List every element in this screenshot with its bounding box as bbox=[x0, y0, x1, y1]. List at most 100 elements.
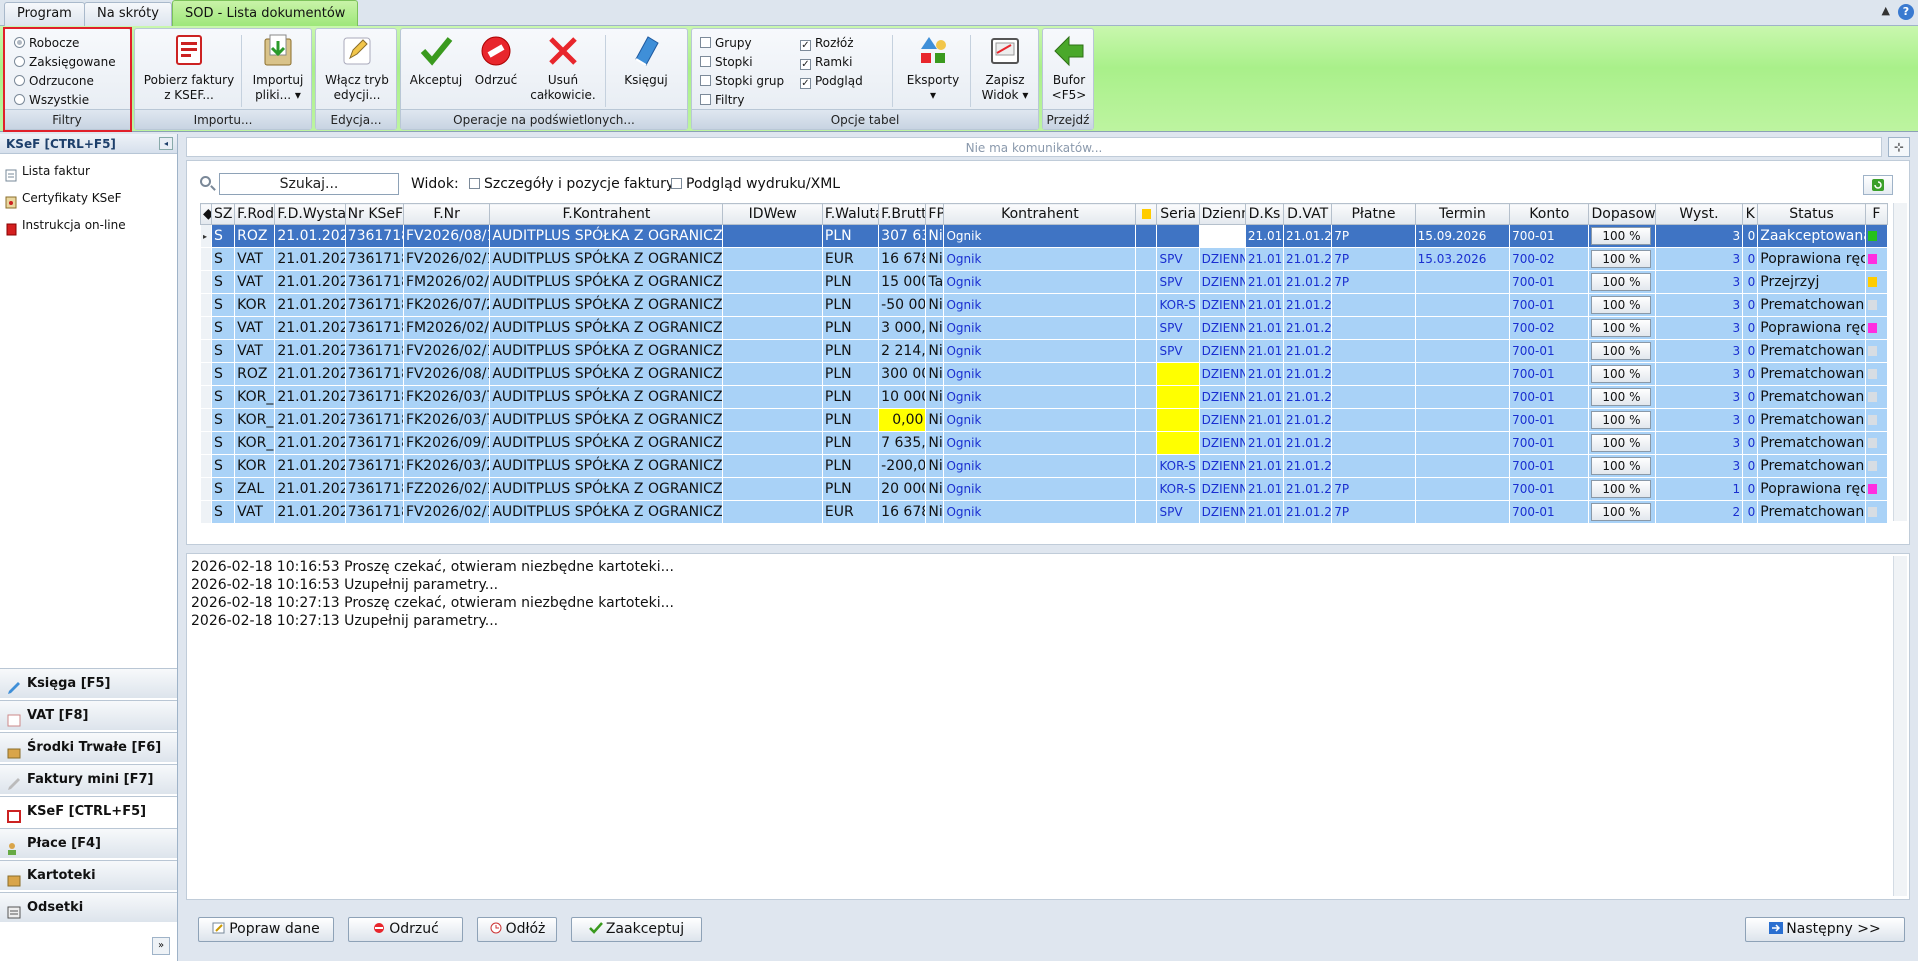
column-header[interactable]: Nr KSeF bbox=[344, 203, 404, 225]
match-percent-button[interactable]: 100 % bbox=[1591, 319, 1652, 337]
messages-toggle-icon[interactable]: ⊹ bbox=[1888, 137, 1910, 157]
tree-item-certyfikaty[interactable]: Certyfikaty KSeF bbox=[0, 185, 177, 212]
match-percent-button[interactable]: 100 % bbox=[1591, 296, 1652, 314]
collapse-pane-icon[interactable]: ◂ bbox=[159, 137, 173, 150]
check-stopki[interactable]: Stopki bbox=[700, 53, 753, 71]
match-percent-button[interactable]: 100 % bbox=[1591, 434, 1652, 452]
delete-button[interactable]: Usuń całkowicie. bbox=[525, 33, 601, 103]
match-percent-button[interactable]: 100 % bbox=[1591, 227, 1652, 245]
column-header[interactable]: Termin bbox=[1414, 203, 1511, 225]
column-header[interactable]: Płatne bbox=[1331, 203, 1416, 225]
nav-odsetki[interactable]: Odsetki bbox=[0, 892, 177, 922]
column-header[interactable]: Wyst. bbox=[1654, 203, 1744, 225]
match-percent-button[interactable]: 100 % bbox=[1591, 273, 1652, 291]
match-percent-button[interactable]: 100 % bbox=[1591, 250, 1652, 268]
match-percent-button[interactable]: 100 % bbox=[1591, 411, 1652, 429]
column-header[interactable]: F.Waluta bbox=[821, 203, 880, 225]
search-input[interactable]: Szukaj... bbox=[219, 173, 399, 195]
next-button[interactable]: Następny >> bbox=[1745, 917, 1905, 942]
column-header[interactable]: F bbox=[1864, 203, 1889, 225]
column-header[interactable]: D.Ks bbox=[1244, 203, 1285, 225]
refresh-button[interactable] bbox=[1863, 175, 1893, 195]
fix-data-button[interactable]: Popraw dane bbox=[198, 917, 334, 942]
help-icon[interactable]: ? bbox=[1898, 4, 1914, 20]
minimize-ribbon-icon[interactable]: ▲ bbox=[1882, 4, 1890, 17]
view-details-checkbox[interactable]: Szczegóły i pozycje faktury bbox=[469, 176, 674, 192]
column-header[interactable]: SZ bbox=[211, 203, 236, 225]
tab-sod-lista-dokumentow[interactable]: SOD - Lista dokumentów bbox=[172, 0, 359, 26]
expand-nav-icon[interactable]: » bbox=[152, 937, 170, 955]
panel-splitter[interactable] bbox=[186, 546, 1910, 552]
column-header[interactable]: FP bbox=[925, 203, 945, 225]
table-row[interactable]: SZAL21.01.2027361718FZ2026/02/1AUDITPLUS… bbox=[199, 477, 1889, 501]
check-rozloz[interactable]: ✓ Rozłóż bbox=[800, 34, 854, 52]
filter-zaksiegowane[interactable]: Zaksięgowane bbox=[14, 53, 116, 71]
nav-ksiega[interactable]: Księga [F5] bbox=[0, 668, 177, 698]
tab-na-skroty[interactable]: Na skróty bbox=[84, 2, 172, 26]
import-files-button[interactable]: Importuj pliki... ▾ bbox=[245, 33, 311, 103]
buffer-button[interactable]: Bufor <F5> bbox=[1045, 33, 1093, 103]
accept-button[interactable]: Akceptuj bbox=[405, 33, 467, 88]
column-header[interactable]: Seria bbox=[1156, 203, 1200, 225]
table-row[interactable]: SKOR_21.01.2027361718FK2026/03/7AUDITPLU… bbox=[199, 408, 1889, 432]
table-row[interactable]: SKOR21.01.2027361718FK2026/03/2AUDITPLUS… bbox=[199, 454, 1889, 478]
tree-item-instrukcja[interactable]: Instrukcja on-line bbox=[0, 212, 177, 239]
postpone-button[interactable]: Odłóż bbox=[477, 917, 557, 942]
table-row[interactable]: SVAT21.01.2027361718FV2026/02/1AUDITPLUS… bbox=[199, 500, 1889, 524]
post-button[interactable]: Księguj bbox=[611, 33, 681, 88]
nav-ksef[interactable]: KSeF [CTRL+F5] bbox=[0, 796, 177, 826]
nav-kartoteki[interactable]: Kartoteki bbox=[0, 860, 177, 890]
column-header[interactable]: Dopasow bbox=[1588, 203, 1656, 225]
check-podglad[interactable]: ✓ Podgląd bbox=[800, 72, 863, 90]
reject-bottom-button[interactable]: Odrzuć bbox=[348, 917, 463, 942]
column-header[interactable]: Status bbox=[1757, 203, 1866, 225]
nav-place[interactable]: Płace [F4] bbox=[0, 828, 177, 858]
view-preview-checkbox[interactable]: Podgląd wydruku/XML bbox=[671, 176, 840, 192]
match-percent-button[interactable]: 100 % bbox=[1591, 342, 1652, 360]
nav-vat[interactable]: VAT [F8] bbox=[0, 700, 177, 730]
column-header[interactable]: F.Kontrahent bbox=[489, 203, 724, 225]
log-vertical-scrollbar[interactable] bbox=[1893, 556, 1907, 896]
save-view-button[interactable]: Zapisz Widok ▾ bbox=[974, 33, 1036, 103]
match-percent-button[interactable]: 100 % bbox=[1591, 365, 1652, 383]
tab-program[interactable]: Program bbox=[4, 2, 85, 26]
nav-srodki-trwale[interactable]: Środki Trwałe [F6] bbox=[0, 732, 177, 762]
column-header[interactable]: Kontrahent bbox=[943, 203, 1137, 225]
column-header[interactable]: IDWew bbox=[722, 203, 823, 225]
column-header[interactable]: D.VAT bbox=[1283, 203, 1333, 225]
column-header[interactable]: F.Brutt bbox=[878, 203, 927, 225]
match-percent-button[interactable]: 100 % bbox=[1591, 503, 1652, 521]
table-row[interactable]: SVAT21.01.2027361718FV2026/02/1AUDITPLUS… bbox=[199, 247, 1889, 271]
table-row[interactable]: SKOR_21.01.2027361718FK2026/09/1AUDITPLU… bbox=[199, 431, 1889, 455]
check-filtry[interactable]: Filtry bbox=[700, 91, 744, 109]
column-header[interactable]: F.Rod bbox=[234, 203, 276, 225]
reject-button[interactable]: Odrzuć bbox=[469, 33, 523, 88]
tree-item-lista-faktur[interactable]: Lista faktur bbox=[0, 158, 177, 185]
column-header[interactable]: Konto bbox=[1509, 203, 1590, 225]
column-header[interactable]: F.D.Wysta bbox=[274, 203, 346, 225]
check-grupy[interactable]: Grupy bbox=[700, 34, 752, 52]
fetch-ksef-button[interactable]: Pobierz faktury z KSEF... bbox=[139, 33, 239, 103]
column-header[interactable]: K bbox=[1742, 203, 1759, 225]
match-percent-button[interactable]: 100 % bbox=[1591, 480, 1652, 498]
check-stopki-grup[interactable]: Stopki grup bbox=[700, 72, 784, 90]
accept-bottom-button[interactable]: Zaakceptuj bbox=[571, 917, 702, 942]
match-percent-button[interactable]: 100 % bbox=[1591, 388, 1652, 406]
table-row[interactable]: SKOR21.01.2027361718FK2026/07/2AUDITPLUS… bbox=[199, 293, 1889, 317]
table-row[interactable]: SROZ21.01.2027361718FV2026/08/1AUDITPLUS… bbox=[199, 362, 1889, 386]
check-ramki[interactable]: ✓ Ramki bbox=[800, 53, 852, 71]
table-row[interactable]: SVAT21.01.2027361718FM2026/02/1AUDITPLUS… bbox=[199, 316, 1889, 340]
table-row[interactable]: ▸SROZ21.01.2027361718FV2026/08/1AUDITPLU… bbox=[199, 224, 1889, 248]
filter-odrzucone[interactable]: Odrzucone bbox=[14, 72, 94, 90]
match-percent-button[interactable]: 100 % bbox=[1591, 457, 1652, 475]
table-row[interactable]: SKOR_21.01.2027361718FK2026/03/7AUDITPLU… bbox=[199, 385, 1889, 409]
column-header[interactable]: Dzienn bbox=[1198, 203, 1246, 225]
filter-wszystkie[interactable]: Wszystkie bbox=[14, 91, 89, 109]
table-row[interactable]: SVAT21.01.2027361718FV2026/02/1AUDITPLUS… bbox=[199, 339, 1889, 363]
grid-vertical-scrollbar[interactable] bbox=[1893, 203, 1907, 521]
column-header[interactable]: F.Nr bbox=[402, 203, 491, 225]
filter-robocze[interactable]: Robocze bbox=[14, 34, 79, 52]
column-header-flag[interactable] bbox=[1135, 203, 1158, 225]
table-row[interactable]: SVAT21.01.2027361718FM2026/02/1AUDITPLUS… bbox=[199, 270, 1889, 294]
enable-edit-button[interactable]: Włącz tryb edycji... bbox=[318, 33, 396, 103]
